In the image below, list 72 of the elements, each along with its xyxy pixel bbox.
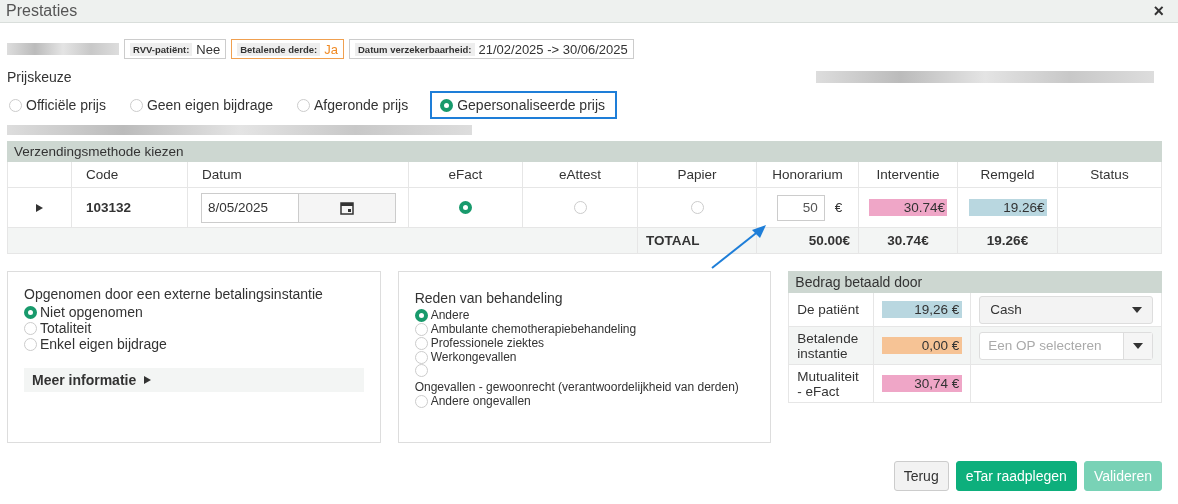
section-header: Bedrag betaald door (788, 271, 1162, 293)
radio-button[interactable] (129, 98, 143, 112)
tag-label: Datum verzekerbaarheid: (355, 42, 475, 56)
radio-button[interactable] (414, 394, 428, 408)
reason-option[interactable]: Werkongevallen (414, 350, 735, 364)
tag-label: Betalende derde: (237, 42, 321, 56)
tag-value: Nee (196, 41, 221, 57)
price-option[interactable]: Geen eigen bijdrage (127, 93, 281, 117)
amount-value: 30.74€ (869, 199, 947, 216)
caret-icon (144, 376, 152, 384)
payer-option[interactable]: Totaliteit (24, 320, 364, 336)
row-label: Betalende instantie (789, 327, 875, 365)
radio-button[interactable] (24, 305, 37, 319)
tag-value: Ja (324, 41, 338, 57)
radio-button[interactable] (414, 322, 428, 336)
panel-title: Opgenomen door een externe betalingsinstantie (24, 286, 324, 302)
column-header: Papier (638, 162, 757, 188)
price-option[interactable]: Afgeronde prijs (295, 93, 417, 117)
reason-option[interactable]: Professionele ziektes (414, 336, 735, 350)
date-field[interactable]: 8/05/2025 (201, 192, 396, 223)
radio-button[interactable] (297, 98, 310, 112)
action-button[interactable]: Terug (893, 461, 949, 491)
column-header: eAttest (523, 162, 638, 188)
radio-button[interactable] (414, 308, 428, 322)
row-label: Mutualiteit - eFact (789, 365, 875, 403)
payment-select[interactable]: Cash (979, 295, 1153, 324)
column-header: Interventie (859, 162, 958, 188)
radio-button[interactable] (414, 364, 428, 377)
radio-button[interactable] (414, 350, 428, 364)
radio-button[interactable] (9, 98, 22, 112)
window-title: Prestaties (6, 2, 78, 20)
close-button[interactable]: × (1153, 2, 1164, 20)
section-header: Verzendingsmethode kiezen (7, 141, 1162, 162)
amount-value: 0,00 € (882, 337, 963, 354)
section-label: Prijskeuze (7, 69, 72, 85)
column-header: Code (72, 162, 188, 188)
radio-button[interactable] (24, 321, 37, 335)
price-option[interactable]: Officiële prijs (7, 93, 114, 117)
tag-label: RVV-patiënt: (130, 42, 193, 56)
radio-button[interactable] (24, 337, 37, 351)
column-header: Honorarium (757, 162, 859, 188)
panel-title: Reden van behandeling (414, 290, 564, 306)
currency-label: € (834, 200, 843, 215)
radio-button[interactable] (573, 201, 587, 214)
amount-value: 19.26€ (968, 199, 1047, 216)
honorarium-field[interactable]: 50 (776, 194, 825, 221)
payer-option[interactable]: Niet opgenomen (24, 304, 364, 320)
total-label: TOTAAL (638, 228, 757, 254)
caret-icon (1132, 306, 1142, 313)
radio-button[interactable] (690, 201, 704, 214)
column-header: Status (1058, 162, 1162, 188)
total-value: 30.74€ (859, 228, 958, 254)
amount-value: 30,74 € (882, 375, 963, 392)
reason-option[interactable]: Andere (414, 308, 735, 322)
amount-value: 19,26 € (882, 301, 963, 318)
radio-button[interactable] (414, 336, 428, 350)
reason-option[interactable]: Andere ongevallen (414, 394, 735, 408)
calendar-icon[interactable] (298, 193, 395, 222)
payer-option[interactable]: Enkel eigen bijdrage (24, 336, 364, 352)
expand-icon[interactable] (36, 203, 43, 212)
column-header: eFact (409, 162, 523, 188)
price-option[interactable]: Gepersonaliseerde prijs (430, 91, 618, 119)
radio-button[interactable] (440, 98, 454, 112)
column-header: Remgeld (958, 162, 1058, 188)
reason-option[interactable]: Ambulante chemotherapiebehandeling (414, 322, 735, 336)
total-value: 19.26€ (958, 228, 1058, 254)
tag-value: 21/02/2025 -> 30/06/2025 (478, 41, 628, 57)
caret-icon (1133, 342, 1143, 349)
radio-button[interactable] (459, 201, 472, 214)
more-info-button[interactable]: Meer informatie (24, 368, 364, 392)
total-value: 50.00€ (757, 228, 859, 254)
column-header: Datum (188, 162, 409, 188)
